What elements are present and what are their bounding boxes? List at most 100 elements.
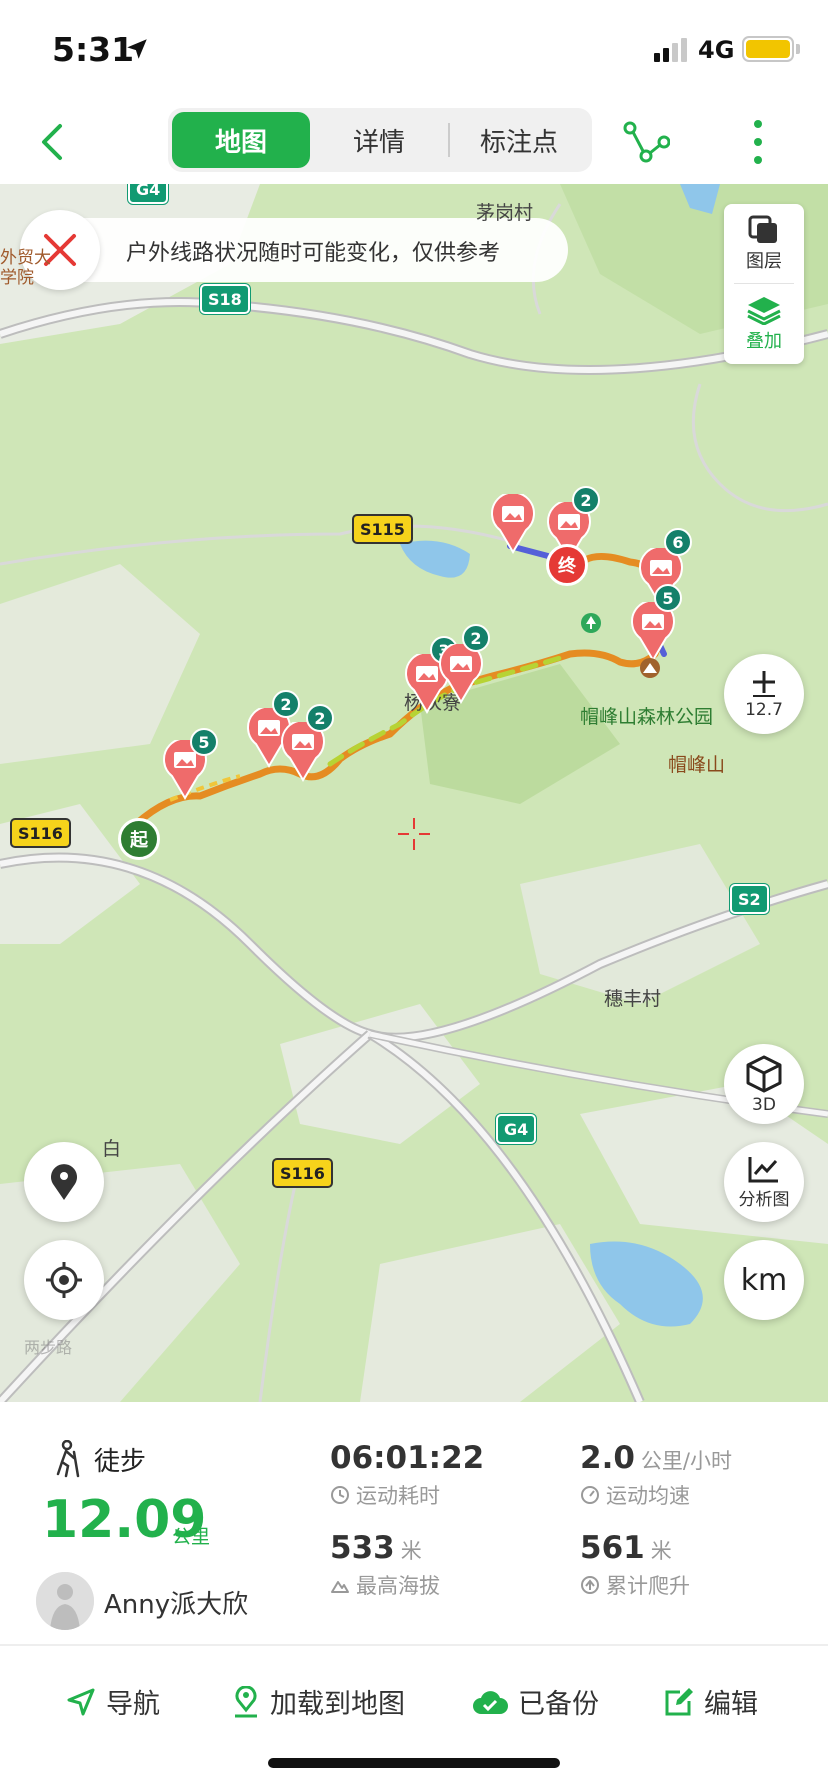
total-climb-stat: 561 米 累计爬升 [580, 1530, 690, 1600]
load-to-map-label: 加载到地图 [270, 1689, 405, 1720]
battery-cap [796, 44, 800, 54]
overlay-label: 叠加 [746, 331, 782, 352]
analysis-chart-button[interactable]: 分析图 [724, 1142, 804, 1222]
battery-icon [742, 36, 794, 62]
avg-speed-stat: 2.0 公里/小时 运动均速 [580, 1440, 732, 1510]
3d-label: 3D [752, 1094, 776, 1115]
avatar[interactable] [36, 1572, 94, 1630]
map-view[interactable]: 户外线路状况随时可能变化，仅供参考 图层 叠加 茅岗村 外贸大学院 杨伙寮 帽峰… [0, 184, 828, 1402]
layers-icon [748, 215, 777, 243]
photo-count-badge: 2 [572, 486, 600, 514]
duration-value: 06:01:22 [330, 1440, 485, 1476]
stack-layers-icon [747, 297, 781, 325]
end-marker[interactable]: 终 [546, 544, 588, 586]
park-icon [581, 613, 601, 633]
activity-type: 徒步 [50, 1440, 146, 1478]
backup-button[interactable]: 已备份 [472, 1682, 599, 1721]
user-avatar-icon [36, 1572, 94, 1630]
navigation-arrow-icon [67, 1688, 95, 1715]
unit-button[interactable]: km [724, 1240, 804, 1320]
layers-button[interactable]: 图层 [724, 204, 804, 284]
mountain-icon [331, 1581, 349, 1593]
load-to-map-button[interactable]: 加载到地图 [232, 1682, 405, 1721]
place-label: 白 [102, 1138, 122, 1160]
user-name[interactable]: Anny派大欣 [104, 1584, 248, 1621]
road-shield: S115 [352, 514, 413, 544]
home-indicator [268, 1758, 560, 1768]
road-shield: S2 [730, 884, 769, 914]
duration-label: 运动耗时 [356, 1484, 440, 1508]
map-basemap [0, 184, 828, 1402]
start-marker[interactable]: 起 [118, 818, 160, 860]
max-altitude-label: 最高海拔 [356, 1574, 440, 1598]
place-label: 帽峰山 [668, 754, 726, 776]
activity-label: 徒步 [94, 1446, 147, 1477]
photo-count-badge: 6 [664, 528, 692, 556]
cellular-signal-icon [654, 38, 687, 62]
photo-count-badge: 2 [306, 704, 334, 732]
max-altitude-unit: 米 [400, 1539, 422, 1563]
line-chart-icon [748, 1157, 778, 1183]
share-route-icon[interactable] [622, 118, 670, 166]
place-label: 外贸大学院 [0, 248, 51, 288]
photo-pin-icon[interactable] [490, 494, 536, 554]
photo-pin-icon[interactable] [438, 644, 484, 704]
avg-speed-value: 2.0 [580, 1440, 635, 1476]
tab-map[interactable]: 地图 [172, 112, 310, 168]
cloud-check-icon [473, 1690, 508, 1714]
tab-waypoints[interactable]: 标注点 [450, 112, 588, 168]
overlay-button[interactable]: 叠加 [724, 284, 804, 364]
track-summary: 徒步 12.09 公里 Anny派大欣 06:01:22 运动耗时 2.0 公里/… [0, 1402, 828, 1644]
total-climb-label: 累计爬升 [606, 1574, 690, 1598]
photo-count-badge: 5 [654, 584, 682, 612]
road-shield: G4 [128, 184, 169, 204]
location-arrow-icon [127, 39, 147, 59]
photo-count-badge: 2 [272, 690, 300, 718]
network-type: 4G [698, 36, 735, 64]
place-label: 穗丰村 [604, 988, 662, 1010]
back-button[interactable] [30, 114, 78, 170]
locate-me-button[interactable] [24, 1240, 104, 1320]
avg-speed-label: 运动均速 [606, 1484, 690, 1508]
edit-button[interactable]: 编辑 [664, 1682, 758, 1721]
total-climb-unit: 米 [650, 1539, 672, 1563]
navigate-button[interactable]: 导航 [66, 1682, 160, 1721]
notice-text: 户外线路状况随时可能变化，仅供参考 [126, 241, 501, 266]
clock-icon [331, 1486, 349, 1504]
footprint-button[interactable] [24, 1142, 104, 1222]
zoom-plus-icon [753, 670, 775, 697]
distance-unit: 公里 [172, 1526, 211, 1548]
edit-icon [665, 1687, 693, 1715]
speedometer-icon [581, 1486, 599, 1504]
road-shield: S116 [272, 1158, 333, 1188]
arrow-up-circle-icon [581, 1576, 599, 1594]
more-menu-icon[interactable] [744, 114, 772, 170]
map-center-crosshair-icon [398, 818, 430, 850]
photo-count-badge: 5 [190, 728, 218, 756]
place-label: 帽峰山森林公园 [580, 706, 714, 728]
navigate-label: 导航 [106, 1689, 160, 1720]
road-shield: G4 [496, 1114, 537, 1144]
hiking-person-icon [56, 1440, 80, 1478]
analysis-label: 分析图 [738, 1190, 790, 1210]
zoom-button[interactable]: 12.7 [724, 654, 804, 734]
top-nav: 地图 详情 标注点 [0, 100, 828, 184]
location-pin-footprint-icon [51, 1164, 77, 1200]
notice-banner: 户外线路状况随时可能变化，仅供参考 [20, 210, 568, 290]
status-bar: 5:31 4G [0, 0, 828, 100]
layers-label: 图层 [746, 251, 782, 272]
map-pin-icon [235, 1685, 257, 1717]
map-watermark: 两步路 [24, 1338, 73, 1357]
road-shield: S116 [10, 818, 71, 848]
duration-stat: 06:01:22 运动耗时 [330, 1440, 484, 1510]
3d-button[interactable]: 3D [724, 1044, 804, 1124]
photo-count-badge: 2 [462, 624, 490, 652]
bottom-action-bar: 导航 加载到地图 已备份 编辑 [0, 1646, 828, 1792]
place-label: 茅岗村 [476, 202, 534, 224]
unit-label: km [740, 1262, 788, 1298]
max-altitude-value: 533 [330, 1530, 395, 1566]
total-climb-value: 561 [580, 1530, 645, 1566]
layer-panel: 图层 叠加 [724, 204, 804, 364]
tab-details[interactable]: 详情 [310, 112, 448, 168]
zoom-level: 12.7 [745, 699, 783, 720]
